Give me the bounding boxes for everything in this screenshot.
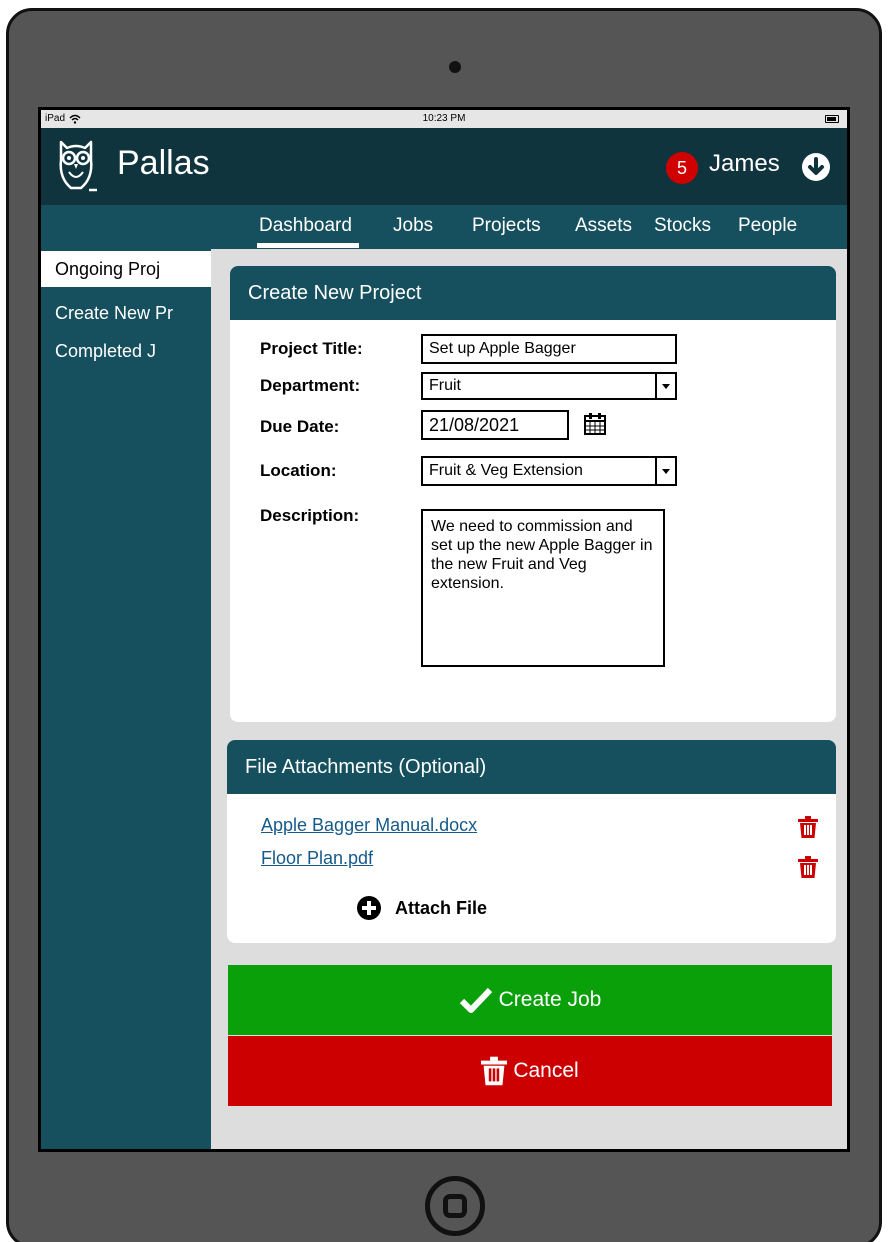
description-label: Description:: [260, 506, 360, 525]
due-date-input[interactable]: 21/08/2021: [421, 410, 569, 440]
due-date-label: Due Date:: [260, 417, 340, 436]
tab-jobs[interactable]: Jobs: [393, 215, 433, 237]
title-label: Project Title:: [260, 339, 363, 358]
chevron-down-icon: [655, 374, 675, 398]
calendar-icon[interactable]: [583, 412, 607, 436]
project-title-input[interactable]: Set up Apple Bagger: [421, 334, 677, 364]
battery-icon: [825, 115, 839, 123]
chevron-down-circle-icon[interactable]: [801, 152, 831, 182]
sidebar-item-create-new[interactable]: Create New Pr: [41, 295, 211, 331]
app-header: Pallas 5 James: [41, 128, 847, 205]
notification-badge[interactable]: 5: [666, 152, 698, 184]
description-textarea[interactable]: We need to commission and set up the new…: [421, 509, 665, 667]
file-link-manual[interactable]: Apple Bagger Manual.docx: [261, 815, 477, 836]
tab-projects[interactable]: Projects: [472, 215, 541, 237]
create-job-label: Create Job: [498, 988, 602, 1011]
active-tab-indicator: [257, 243, 359, 248]
cancel-label: Cancel: [513, 1059, 579, 1082]
create-job-button[interactable]: Create Job: [228, 965, 832, 1035]
main-nav: Dashboard Jobs Projects Assets Stocks Pe…: [41, 205, 847, 249]
department-label: Department:: [260, 376, 361, 395]
attach-file-button[interactable]: Attach File: [357, 896, 487, 920]
app-title: Pallas: [117, 144, 210, 182]
owl-logo-icon: [59, 140, 97, 192]
user-name[interactable]: James: [709, 150, 780, 178]
sidebar: Ongoing Proj Create New Pr Completed J: [41, 249, 211, 1149]
trash-icon[interactable]: [798, 816, 818, 838]
department-value: Fruit: [429, 377, 461, 394]
create-project-panel: Create New Project Project Title: Set up…: [230, 266, 836, 722]
location-select[interactable]: Fruit & Veg Extension: [421, 456, 677, 486]
panel-title: Create New Project: [230, 266, 836, 320]
tab-dashboard[interactable]: Dashboard: [259, 215, 352, 237]
tab-people[interactable]: People: [738, 215, 797, 237]
location-value: Fruit & Veg Extension: [429, 462, 583, 479]
department-select[interactable]: Fruit: [421, 372, 677, 400]
cancel-button[interactable]: Cancel: [228, 1036, 832, 1106]
attachments-title: File Attachments (Optional): [227, 740, 836, 794]
trash-icon: [481, 1056, 508, 1086]
chevron-down-icon: [655, 458, 675, 484]
plus-circle-icon: [357, 896, 381, 920]
file-link-floorplan[interactable]: Floor Plan.pdf: [261, 848, 373, 869]
trash-icon[interactable]: [798, 856, 818, 878]
check-icon: [459, 987, 492, 1013]
screen: iPad 10:23 PM Pallas 5 James Dashboard J…: [38, 107, 850, 1152]
tab-stocks[interactable]: Stocks: [654, 215, 711, 237]
status-time: 10:23 PM: [422, 113, 466, 124]
home-button-icon[interactable]: [425, 1176, 485, 1236]
attach-file-label: Attach File: [395, 897, 488, 918]
tab-assets[interactable]: Assets: [575, 215, 632, 237]
sidebar-item-completed[interactable]: Completed J: [41, 333, 211, 369]
attachments-panel: File Attachments (Optional) Apple Bagger…: [227, 740, 836, 943]
status-bar: iPad 10:23 PM: [41, 110, 847, 128]
camera-icon: [449, 61, 461, 73]
sidebar-item-ongoing[interactable]: Ongoing Proj: [41, 251, 211, 287]
location-label: Location:: [260, 461, 337, 480]
